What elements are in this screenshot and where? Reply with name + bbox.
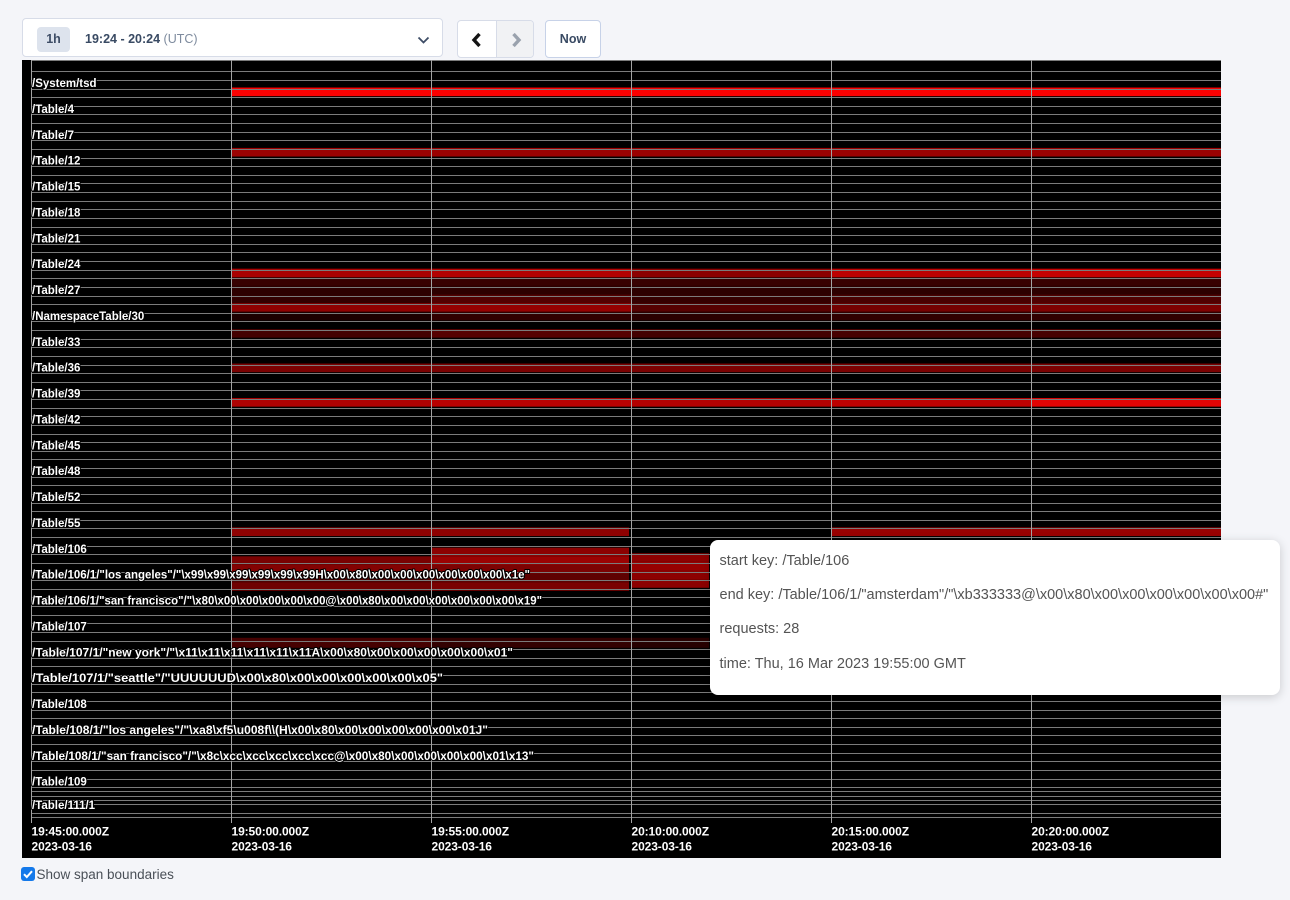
svg-text:/Table/24: /Table/24 [32,259,81,271]
svg-text:19:45:00.000Z: 19:45:00.000Z [32,824,109,838]
svg-text:/Table/106/1/"los angeles"/"\x: /Table/106/1/"los angeles"/"\x99\x99\x99… [32,570,530,582]
svg-text:/Table/45: /Table/45 [32,440,81,452]
svg-text:/Table/106: /Table/106 [32,544,87,556]
svg-text:/Table/27: /Table/27 [32,285,80,297]
svg-text:/Table/107/1/"new york"/"\x11\: /Table/107/1/"new york"/"\x11\x11\x11\x1… [32,647,513,659]
svg-text:/Table/108: /Table/108 [32,699,87,711]
svg-text:/Table/7: /Table/7 [32,130,74,142]
svg-text:/Table/52: /Table/52 [32,492,80,504]
svg-text:20:15:00.000Z: 20:15:00.000Z [832,824,909,838]
svg-text:/Table/108/1/"los angeles"/"\x: /Table/108/1/"los angeles"/"\xa8\xf5\u00… [32,725,488,737]
svg-text:/Table/109: /Table/109 [32,777,87,789]
svg-text:/Table/48: /Table/48 [32,466,81,478]
svg-text:/Table/42: /Table/42 [32,414,80,426]
svg-text:/Table/21: /Table/21 [32,233,81,245]
svg-text:/Table/108/1/"san francisco"/": /Table/108/1/"san francisco"/"\x8c\xcc\x… [32,751,534,763]
svg-text:/Table/55: /Table/55 [32,518,81,530]
svg-text:/Table/111/1: /Table/111/1 [32,800,96,812]
svg-text:20:10:00.000Z: 20:10:00.000Z [632,824,709,838]
svg-text:/Table/36: /Table/36 [32,363,80,375]
svg-text:/Table/39: /Table/39 [32,389,80,401]
svg-text:19:55:00.000Z: 19:55:00.000Z [432,824,509,838]
svg-text:2023-03-16: 2023-03-16 [432,839,493,853]
svg-text:2023-03-16: 2023-03-16 [632,839,693,853]
svg-text:/Table/18: /Table/18 [32,207,81,219]
svg-text:/Table/106/1/"san francisco"/": /Table/106/1/"san francisco"/"\x80\x00\x… [32,596,542,608]
svg-text:2023-03-16: 2023-03-16 [1032,839,1093,853]
svg-text:/Table/107/1/"seattle"/"UUUUUU: /Table/107/1/"seattle"/"UUUUUUD\x00\x80\… [32,673,443,685]
svg-text:/Table/12: /Table/12 [32,156,80,168]
svg-text:2023-03-16: 2023-03-16 [832,839,893,853]
svg-text:20:20:00.000Z: 20:20:00.000Z [1032,824,1109,838]
svg-text:/Table/107: /Table/107 [32,621,87,633]
svg-text:/NamespaceTable/30: /NamespaceTable/30 [32,311,144,323]
svg-text:2023-03-16: 2023-03-16 [232,839,293,853]
svg-text:19:50:00.000Z: 19:50:00.000Z [232,824,309,838]
svg-text:/Table/15: /Table/15 [32,182,81,194]
svg-text:/Table/33: /Table/33 [32,337,80,349]
svg-text:/System/tsd: /System/tsd [32,78,97,90]
svg-text:2023-03-16: 2023-03-16 [32,839,93,853]
svg-text:/Table/4: /Table/4 [32,104,75,116]
